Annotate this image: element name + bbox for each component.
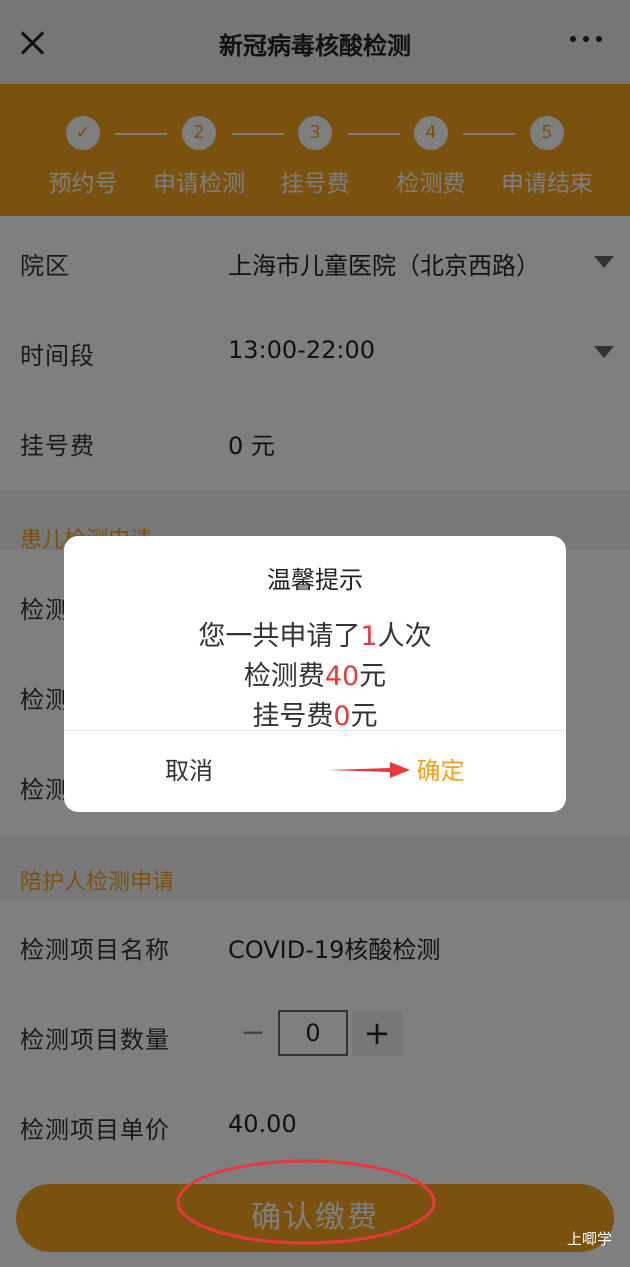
dialog-text: 检测费 — [243, 661, 325, 692]
dialog-line-reg-fee: 挂号费0元 — [64, 694, 566, 733]
dialog-text: 人次 — [377, 621, 432, 652]
dialog-text: 挂号费 — [252, 701, 334, 732]
test-fee-amount: 40 — [324, 661, 360, 692]
reg-fee-amount: 0 — [333, 701, 351, 732]
person-count: 1 — [360, 621, 378, 652]
pointer-arrow-icon — [328, 762, 410, 778]
confirm-dialog: 温馨提示 您一共申请了1人次 检测费40元 挂号费0元 取消 确定 — [64, 536, 566, 812]
dialog-text: 您一共申请了 — [198, 621, 361, 652]
dialog-title: 温馨提示 — [267, 566, 363, 594]
highlight-ellipse — [176, 1159, 436, 1245]
cancel-button[interactable]: 取消 — [64, 730, 314, 812]
dialog-text: 元 — [359, 661, 387, 692]
dialog-line-count: 您一共申请了1人次 — [64, 614, 566, 653]
dialog-text: 元 — [350, 701, 378, 732]
dialog-line-test-fee: 检测费40元 — [64, 654, 566, 693]
watermark: 上唧学 — [566, 1230, 612, 1248]
